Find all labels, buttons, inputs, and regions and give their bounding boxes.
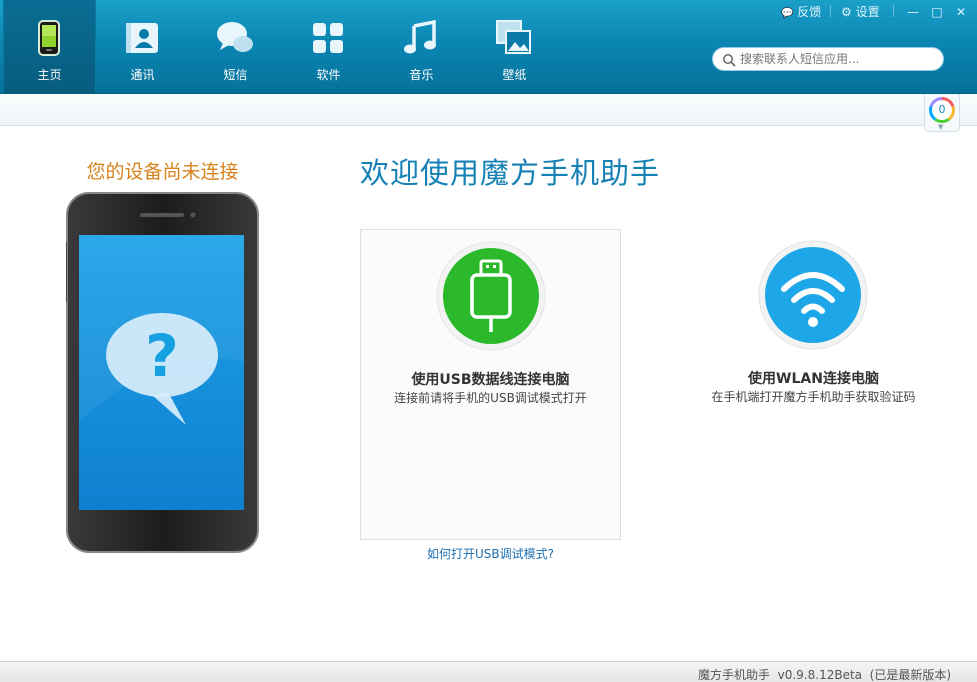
welcome-title: 欢迎使用魔方手机助手 xyxy=(360,156,661,190)
search-box xyxy=(712,47,944,71)
search-input[interactable] xyxy=(740,51,936,67)
ring-icon: 0 xyxy=(929,97,955,123)
phone-icon xyxy=(38,20,60,56)
nav-label: 主页 xyxy=(37,68,62,82)
phone-illustration: ? xyxy=(66,192,259,553)
usb-debug-help-link[interactable]: 如何打开USB调试模式? xyxy=(360,545,621,562)
nav-music[interactable]: 音乐 xyxy=(375,0,468,93)
music-icon xyxy=(404,19,436,54)
nav-sms[interactable]: 短信 xyxy=(189,0,282,93)
status-bar: 魔方手机助手 v0.9.8.12Beta (已是最新版本) xyxy=(0,661,977,682)
usb-icon xyxy=(436,241,546,351)
nav-label: 短信 xyxy=(223,68,248,82)
svg-text:?: ? xyxy=(145,322,179,390)
maximize-icon: □ xyxy=(931,5,943,19)
nav-wallpaper[interactable]: 壁纸 xyxy=(468,0,561,93)
maximize-button[interactable]: □ xyxy=(928,3,946,21)
top-navigation-bar: 主页 通讯 短信 软件 音乐 壁纸 💬 反馈 ⚙ 设置 — □ ✕ 搜索联系人短… xyxy=(0,0,977,94)
device-status-title: 您的设备尚未连接 xyxy=(86,161,239,183)
settings-label: 设置 xyxy=(855,5,880,19)
chevron-down-icon: ▼ xyxy=(938,123,944,131)
settings-button[interactable]: ⚙ 设置 xyxy=(841,3,880,21)
minimize-button[interactable]: — xyxy=(904,3,922,21)
minimize-icon: — xyxy=(907,5,919,19)
apps-icon xyxy=(313,23,343,53)
nav-label: 软件 xyxy=(316,68,341,82)
divider xyxy=(893,5,894,17)
notification-badge[interactable]: 0 ▼ xyxy=(924,94,960,132)
contacts-icon xyxy=(126,23,158,53)
nav-home[interactable]: 主页 xyxy=(3,0,96,93)
version-text: 魔方手机助手 v0.9.8.12Beta (已是最新版本) xyxy=(697,668,951,682)
window-controls: 💬 反馈 ⚙ 设置 — □ ✕ xyxy=(777,0,977,22)
sub-toolbar xyxy=(0,94,977,126)
nav-label: 音乐 xyxy=(409,68,434,82)
chat-bubble-icon: 💬 xyxy=(781,8,794,19)
divider xyxy=(830,5,831,17)
wifi-icon xyxy=(758,240,868,350)
search-icon xyxy=(723,54,736,67)
wlan-connect-card[interactable]: 使用WLAN连接电脑 在手机端打开魔方手机助手获取验证码 xyxy=(683,229,944,540)
sms-icon xyxy=(217,22,253,52)
wallpaper-icon xyxy=(496,20,531,54)
close-icon: ✕ xyxy=(955,5,967,19)
nav-label: 壁纸 xyxy=(502,68,527,82)
usb-description: 连接前请将手机的USB调试模式打开 xyxy=(394,391,587,405)
feedback-button[interactable]: 💬 反馈 xyxy=(781,3,821,21)
gear-icon: ⚙ xyxy=(841,5,852,19)
usb-connect-card[interactable]: 使用USB数据线连接电脑 连接前请将手机的USB调试模式打开 xyxy=(360,229,621,540)
wlan-title: 使用WLAN连接电脑 xyxy=(748,371,879,387)
nav-contacts[interactable]: 通讯 xyxy=(96,0,189,93)
usb-title: 使用USB数据线连接电脑 xyxy=(411,372,570,388)
feedback-label: 反馈 xyxy=(797,5,822,19)
close-button[interactable]: ✕ xyxy=(952,3,970,21)
nav-label: 通讯 xyxy=(130,68,155,82)
notification-count: 0 xyxy=(932,100,952,120)
wlan-description: 在手机端打开魔方手机助手获取验证码 xyxy=(711,390,916,404)
nav-apps[interactable]: 软件 xyxy=(282,0,375,93)
